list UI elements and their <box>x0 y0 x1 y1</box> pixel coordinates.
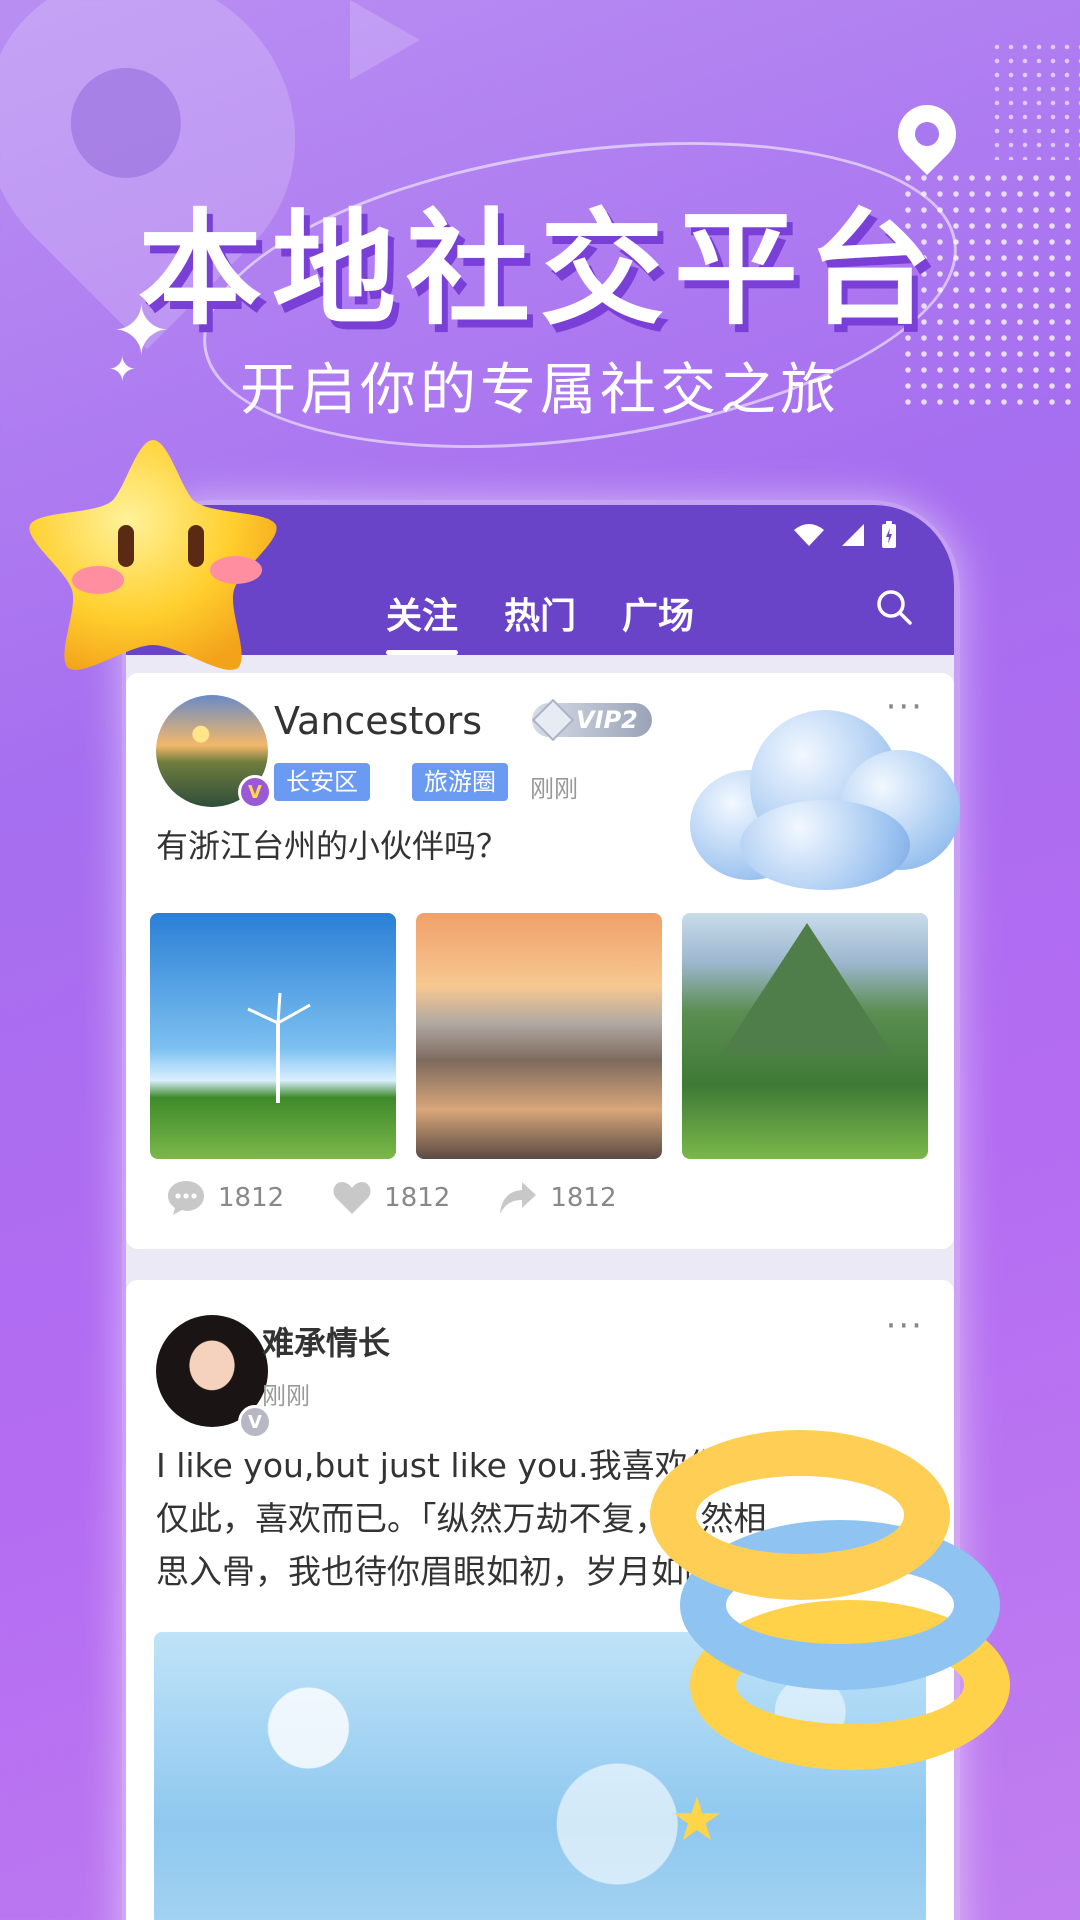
promo-subline: 开启你的专属社交之旅 <box>240 358 840 423</box>
post-text: 有浙江台州的小伙伴吗？ <box>156 827 509 865</box>
tab-follow[interactable]: 关注 <box>386 587 459 655</box>
post-time: 刚刚 <box>262 1382 310 1410</box>
post-image-mountain[interactable] <box>682 913 928 1159</box>
comment-count: 1812 <box>218 1183 285 1213</box>
feed-tabs: 关注 热门 广场 <box>386 587 694 655</box>
vip-gem-icon <box>531 698 575 742</box>
more-options-button[interactable]: ··· <box>886 1306 924 1346</box>
search-button[interactable] <box>874 587 914 631</box>
share-icon <box>500 1182 537 1214</box>
tag-circle[interactable]: 旅游圈 <box>412 763 508 801</box>
vip-badge: VIP2 <box>531 698 652 742</box>
post-image-sunset-beach[interactable] <box>416 913 662 1159</box>
signal-icon <box>842 524 864 546</box>
wind-turbine-graphic <box>247 992 311 1103</box>
wifi-icon <box>794 524 824 546</box>
dot-pattern-decoration-top <box>990 40 1080 160</box>
promo-headline: 本地社交平台 <box>137 198 942 342</box>
battery-icon <box>882 521 896 548</box>
like-count: 1812 <box>384 1183 451 1213</box>
post-username[interactable]: 难承情长 <box>262 1318 390 1364</box>
tab-hot[interactable]: 热门 <box>504 587 576 639</box>
cloud-icon <box>680 690 970 900</box>
small-star-icon: ★ <box>670 1785 724 1855</box>
tag-district[interactable]: 长安区 <box>274 763 370 801</box>
post-actions: 1812 1812 1812 <box>166 1179 617 1217</box>
map-pin-icon <box>885 92 969 176</box>
star-mascot-icon <box>29 440 277 670</box>
background-triangle-decoration <box>350 0 420 80</box>
post-time: 刚刚 <box>530 775 578 803</box>
vip-label: VIP2 <box>576 706 638 734</box>
verified-badge: V <box>238 775 272 809</box>
comment-button[interactable]: 1812 <box>166 1179 284 1217</box>
like-button[interactable]: 1812 <box>332 1179 450 1217</box>
heart-icon <box>333 1182 371 1214</box>
tab-square[interactable]: 广场 <box>622 587 694 639</box>
comment-icon <box>168 1181 204 1215</box>
post-username[interactable]: Vancestors <box>274 699 482 743</box>
post-image-wind-turbine[interactable] <box>150 913 396 1159</box>
share-button[interactable]: 1812 <box>498 1179 617 1217</box>
search-icon <box>877 590 912 625</box>
swim-rings-icon <box>650 1430 1050 1790</box>
status-bar <box>792 520 898 550</box>
share-count: 1812 <box>550 1183 617 1213</box>
